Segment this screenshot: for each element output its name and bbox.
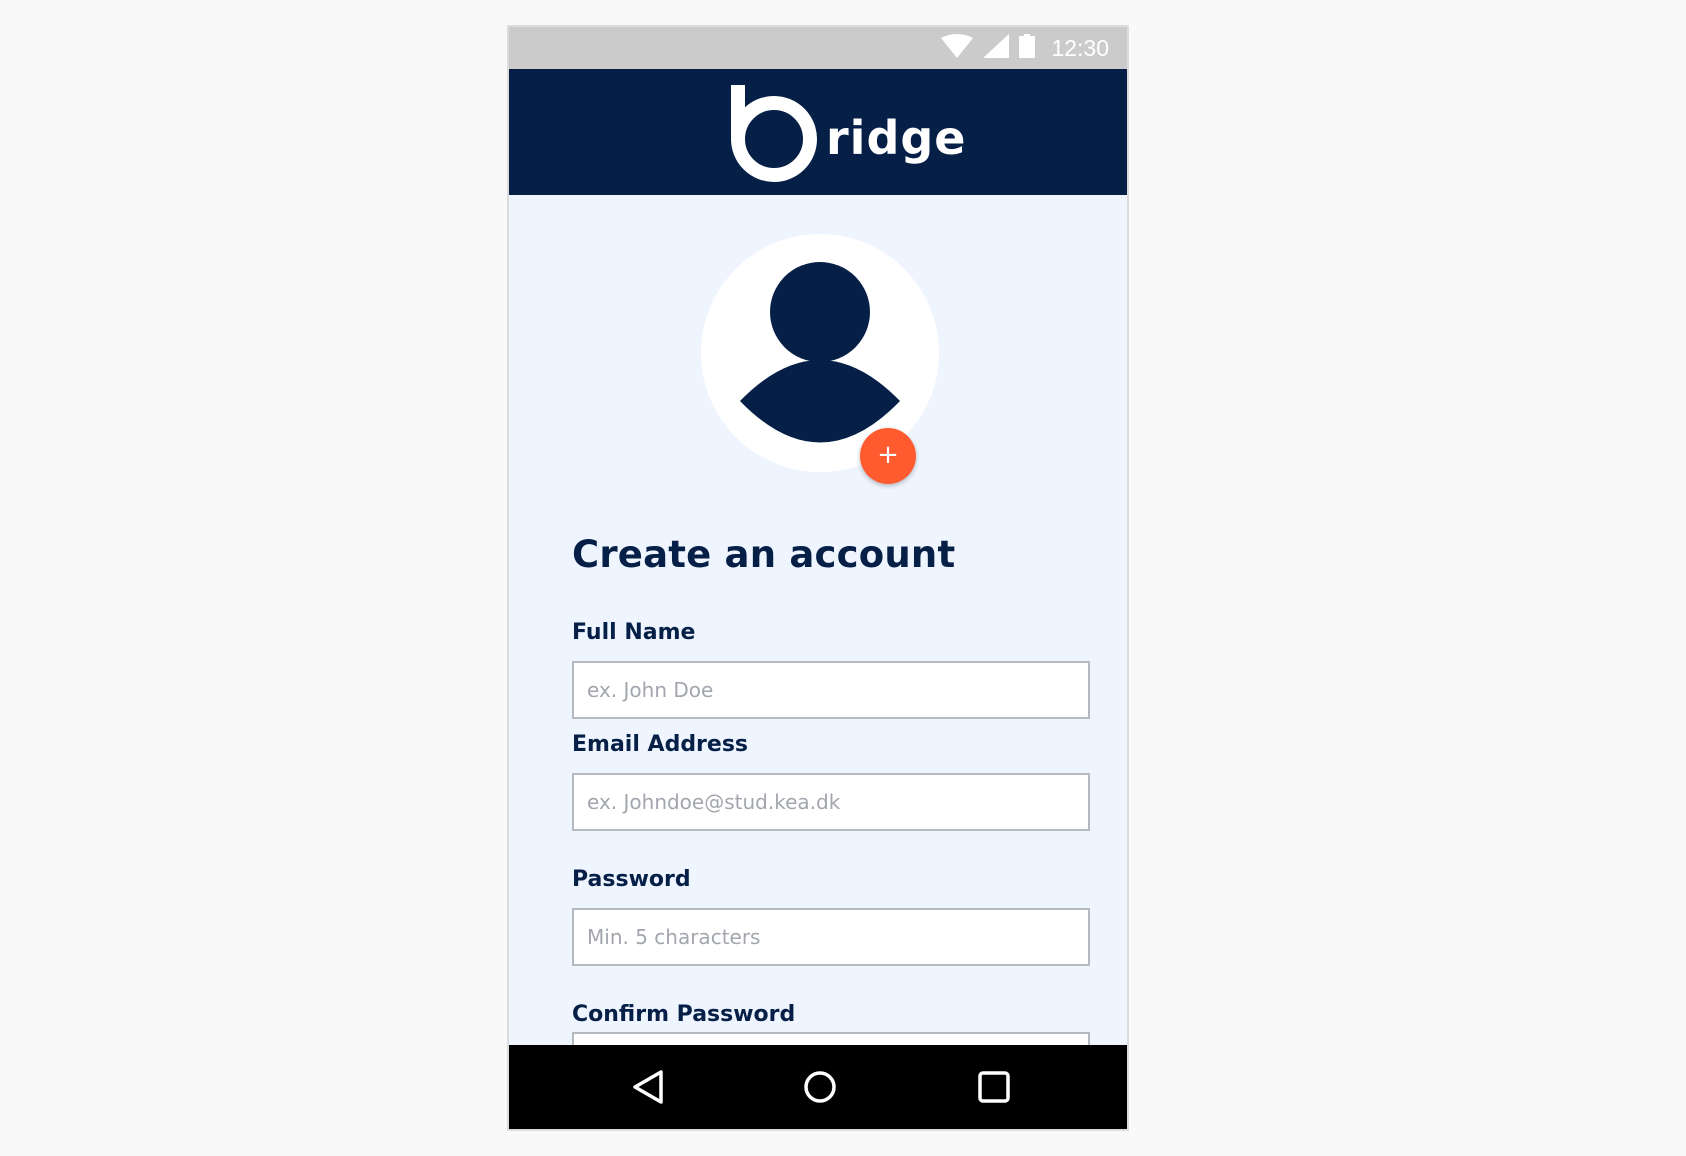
status-time: 12:30 [1051, 34, 1109, 61]
confirm-password-label: Confirm Password [572, 1002, 796, 1027]
bridge-logo-b-icon [731, 85, 817, 182]
email-address-input[interactable] [572, 773, 1090, 831]
wifi-icon [941, 34, 974, 62]
email-address-label: Email Address [572, 732, 749, 757]
battery-icon [1019, 34, 1036, 62]
full-name-label: Full Name [572, 620, 696, 645]
bridge-logo: ridge [730, 83, 966, 183]
logo-text: ridge [826, 111, 967, 165]
signal-icon [983, 34, 1010, 62]
recents-icon [978, 1071, 1010, 1103]
phone-screen: 12:30 ridge + Create an account Full Nam… [507, 25, 1129, 1131]
password-label: Password [572, 867, 691, 892]
home-button[interactable] [798, 1065, 842, 1109]
back-icon [633, 1070, 663, 1104]
full-name-input[interactable] [572, 661, 1090, 719]
app-header: ridge [509, 69, 1127, 195]
page-title: Create an account [572, 533, 956, 576]
password-input[interactable] [572, 908, 1090, 966]
back-button[interactable] [626, 1065, 670, 1109]
status-bar: 12:30 [509, 27, 1127, 69]
navigation-bar [509, 1045, 1127, 1129]
home-icon [804, 1071, 836, 1103]
recents-button[interactable] [972, 1065, 1016, 1109]
add-photo-button[interactable]: + [860, 428, 916, 484]
status-icons: 12:30 [941, 27, 1109, 69]
